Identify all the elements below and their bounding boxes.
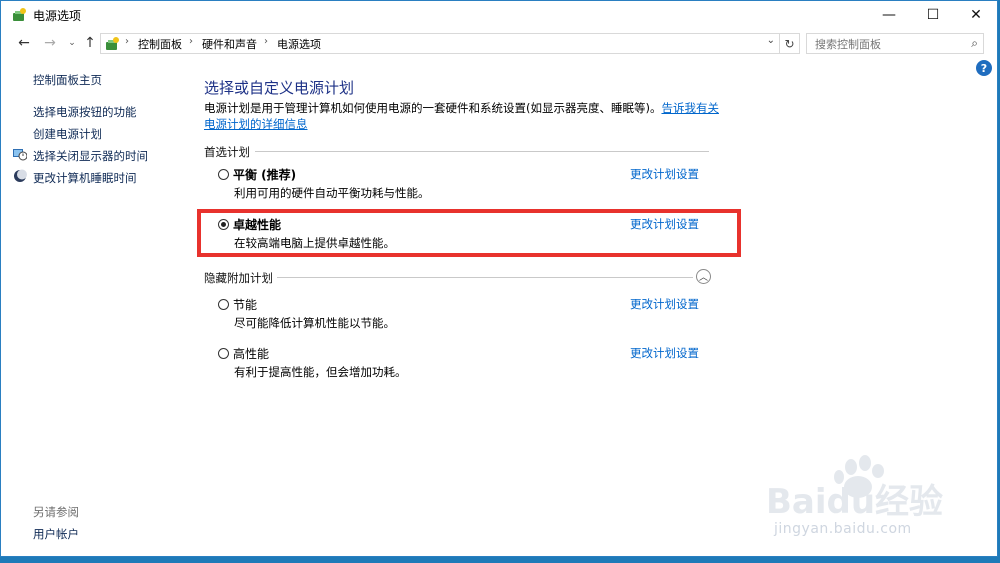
plan-desc-power-saver: 尽可能降低计算机性能以节能。 <box>234 316 395 330</box>
maximize-button[interactable]: ☐ <box>911 1 955 29</box>
breadcrumb-hardware-sound[interactable]: 硬件和声音 <box>202 36 257 52</box>
description-text: 电源计划是用于管理计算机如何使用电源的一套硬件和系统设置(如显示器亮度、睡眠等)… <box>204 101 662 115</box>
plan-name-high-performance: 高性能 <box>233 347 270 361</box>
monitor-clock-icon <box>13 149 27 161</box>
address-bar[interactable]: › 控制面板 › 硬件和声音 › 电源选项 ⌄ <box>100 33 780 54</box>
breadcrumb-separator: › <box>125 36 129 47</box>
sidebar-item-sleep-time[interactable]: 更改计算机睡眠时间 <box>33 170 137 186</box>
section-divider <box>277 277 693 278</box>
plan-desc-high-performance: 有利于提高性能，但会增加功耗。 <box>234 365 407 379</box>
search-box[interactable]: ⌕ <box>806 33 984 54</box>
up-arrow-icon[interactable]: ↑ <box>81 34 99 52</box>
breadcrumb-separator: › <box>264 36 268 47</box>
back-arrow-icon[interactable]: ← <box>15 34 33 52</box>
preferred-plans-heading: 首选计划 <box>204 145 250 159</box>
power-options-icon <box>13 8 26 21</box>
breadcrumb-power-options[interactable]: 电源选项 <box>277 36 321 52</box>
address-dropdown-icon[interactable]: ⌄ <box>767 35 775 46</box>
plan-name-balanced: 平衡 (推荐) <box>233 168 297 182</box>
title-bar: 电源选项 — ☐ ✕ <box>1 1 997 29</box>
moon-icon <box>14 169 27 182</box>
sidebar-item-user-accounts[interactable]: 用户帐户 <box>33 526 79 542</box>
navigation-bar: ← → ⌄ ↑ › 控制面板 › 硬件和声音 › 电源选项 ⌄ ↻ ⌕ <box>1 30 997 56</box>
change-plan-settings-balanced[interactable]: 更改计划设置 <box>630 166 699 182</box>
hidden-plans-heading: 隐藏附加计划 <box>204 271 273 285</box>
plan-desc-balanced: 利用可用的硬件自动平衡功耗与性能。 <box>234 186 430 200</box>
help-icon[interactable]: ? <box>976 60 992 76</box>
watermark-url: jingyan.baidu.com <box>774 521 912 537</box>
watermark-logo-text: Baidu经验 <box>766 482 943 522</box>
section-divider <box>255 151 709 152</box>
control-panel-icon <box>106 37 119 50</box>
red-highlight-box <box>197 209 741 257</box>
search-input[interactable] <box>813 35 967 54</box>
change-plan-settings-high-performance[interactable]: 更改计划设置 <box>630 345 699 361</box>
search-icon[interactable]: ⌕ <box>971 36 978 51</box>
close-button[interactable]: ✕ <box>954 1 998 29</box>
sidebar-item-power-button[interactable]: 选择电源按钮的功能 <box>33 104 137 120</box>
see-also-heading: 另请参阅 <box>33 505 79 519</box>
sidebar-item-display-off-time[interactable]: 选择关闭显示器的时间 <box>33 148 148 164</box>
breadcrumb-control-panel[interactable]: 控制面板 <box>138 36 182 52</box>
window-title: 电源选项 <box>33 9 82 23</box>
plan-radio-power-saver[interactable] <box>218 299 229 310</box>
plan-radio-high-performance[interactable] <box>218 348 229 359</box>
recent-locations-chevron-icon[interactable]: ⌄ <box>63 34 81 52</box>
power-options-window: 电源选项 — ☐ ✕ ← → ⌄ ↑ › 控制面板 › 硬件和声音 › 电源选项… <box>0 0 998 557</box>
breadcrumb-separator: › <box>189 36 193 47</box>
refresh-button[interactable]: ↻ <box>780 33 800 54</box>
sidebar-item-create-plan[interactable]: 创建电源计划 <box>33 126 102 142</box>
page-title: 选择或自定义电源计划 <box>204 79 355 97</box>
plan-name-power-saver: 节能 <box>233 298 258 312</box>
page-description: 电源计划是用于管理计算机如何使用电源的一套硬件和系统设置(如显示器亮度、睡眠等)… <box>204 100 724 132</box>
minimize-button[interactable]: — <box>867 1 911 29</box>
change-plan-settings-power-saver[interactable]: 更改计划设置 <box>630 296 699 312</box>
sidebar-item-control-panel-home[interactable]: 控制面板主页 <box>33 72 102 88</box>
plan-radio-balanced[interactable] <box>218 169 229 180</box>
collapse-chevron-icon[interactable]: ︿ <box>696 269 711 284</box>
forward-arrow-icon[interactable]: → <box>41 34 59 52</box>
